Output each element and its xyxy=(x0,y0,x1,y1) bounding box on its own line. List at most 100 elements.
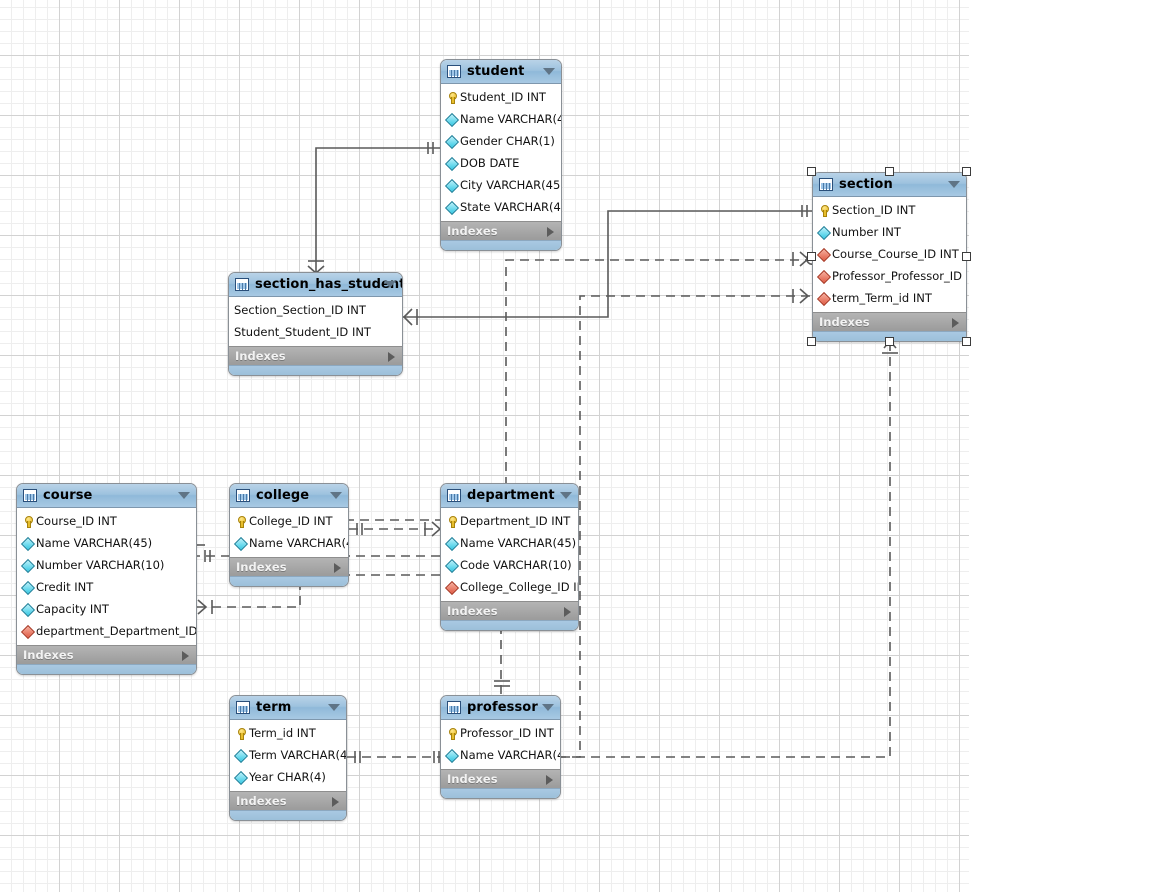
eer-diagram-canvas[interactable]: student Student_ID INT Name VARCHAR(45) Gen… xyxy=(0,0,1151,892)
selection-handle[interactable] xyxy=(962,337,971,346)
table-college[interactable]: college College_ID INT Name VARCHAR(45) Ind… xyxy=(229,483,349,587)
pk-key-icon xyxy=(445,91,458,104)
column-label: Section_ID INT xyxy=(832,203,916,217)
pk-key-icon xyxy=(21,515,34,528)
table-header-section[interactable]: section xyxy=(813,173,966,197)
selection-handle[interactable] xyxy=(807,167,816,176)
table-professor[interactable]: professor Professor_ID INT Name VARCHAR(45… xyxy=(440,695,561,799)
chevron-right-icon[interactable] xyxy=(388,352,395,362)
selection-handle[interactable] xyxy=(962,167,971,176)
column-row[interactable]: Section_Section_ID INT xyxy=(229,299,402,321)
table-header-department[interactable]: department xyxy=(441,484,578,508)
chevron-right-icon[interactable] xyxy=(332,797,339,807)
column-row[interactable]: City VARCHAR(45) xyxy=(441,174,561,196)
column-row[interactable]: College_College_ID INT xyxy=(441,576,578,598)
fk-icon xyxy=(21,625,34,638)
table-department[interactable]: department Department_ID INT Name VARCHAR(… xyxy=(440,483,579,631)
selection-handle[interactable] xyxy=(884,167,894,176)
column-icon xyxy=(445,201,458,214)
table-term[interactable]: term Term_id INT Term VARCHAR(45) Year CHAR… xyxy=(229,695,347,821)
table-section_has_student[interactable]: section_has_student Section_Section_ID IN… xyxy=(228,272,403,376)
chevron-right-icon[interactable] xyxy=(182,651,189,661)
chevron-down-icon[interactable] xyxy=(328,704,340,711)
column-label: Department_ID INT xyxy=(460,514,571,528)
table-section[interactable]: section Section_ID INT Number INT Course_Co… xyxy=(812,172,967,342)
column-row[interactable]: Gender CHAR(1) xyxy=(441,130,561,152)
column-row[interactable]: Section_ID INT xyxy=(813,199,966,221)
column-label: Section_Section_ID INT xyxy=(234,303,366,317)
chevron-right-icon[interactable] xyxy=(334,563,341,573)
column-label: DOB DATE xyxy=(460,156,520,170)
table-header-section_has_student[interactable]: section_has_student xyxy=(229,273,402,297)
chevron-right-icon[interactable] xyxy=(564,607,571,617)
column-row[interactable]: Course_Course_ID INT xyxy=(813,243,966,265)
column-label: Student_ID INT xyxy=(460,90,546,104)
column-row[interactable]: College_ID INT xyxy=(230,510,348,532)
column-row[interactable]: Name VARCHAR(45) xyxy=(441,744,560,766)
table-header-term[interactable]: term xyxy=(230,696,346,720)
column-row[interactable]: DOB DATE xyxy=(441,152,561,174)
column-row[interactable]: Name VARCHAR(45) xyxy=(230,532,348,554)
column-row[interactable]: Professor_Professor_ID INT xyxy=(813,265,966,287)
column-row[interactable]: Number VARCHAR(10) xyxy=(17,554,196,576)
chevron-down-icon[interactable] xyxy=(384,281,396,288)
column-row[interactable]: Course_ID INT xyxy=(17,510,196,532)
indexes-section-term[interactable]: Indexes xyxy=(230,791,346,810)
chevron-down-icon[interactable] xyxy=(178,492,190,499)
indexes-section-section_has_student[interactable]: Indexes xyxy=(229,346,402,365)
pk-key-icon xyxy=(234,727,247,740)
chevron-right-icon[interactable] xyxy=(546,775,553,785)
column-icon xyxy=(234,771,247,784)
table-title: professor xyxy=(467,700,538,715)
table-footer xyxy=(17,664,196,674)
column-list: Student_ID INT Name VARCHAR(45) Gender CHA… xyxy=(441,84,561,221)
column-row[interactable]: Name VARCHAR(45) xyxy=(17,532,196,554)
table-icon xyxy=(235,278,249,291)
table-course[interactable]: course Course_ID INT Name VARCHAR(45) Numbe… xyxy=(16,483,197,675)
chevron-down-icon[interactable] xyxy=(560,492,572,499)
selection-handle[interactable] xyxy=(807,252,816,261)
table-header-course[interactable]: course xyxy=(17,484,196,508)
selection-handle[interactable] xyxy=(884,337,894,346)
chevron-right-icon[interactable] xyxy=(547,227,554,237)
column-row[interactable]: Code VARCHAR(10) xyxy=(441,554,578,576)
indexes-section-section[interactable]: Indexes xyxy=(813,312,966,331)
indexes-section-college[interactable]: Indexes xyxy=(230,557,348,576)
table-header-student[interactable]: student xyxy=(441,60,561,84)
column-row[interactable]: Student_Student_ID INT xyxy=(229,321,402,343)
column-row[interactable]: Term VARCHAR(45) xyxy=(230,744,346,766)
column-row[interactable]: Name VARCHAR(45) xyxy=(441,108,561,130)
column-row[interactable]: department_Department_ID INT xyxy=(17,620,196,642)
column-row[interactable]: Department_ID INT xyxy=(441,510,578,532)
table-header-college[interactable]: college xyxy=(230,484,348,508)
chevron-down-icon[interactable] xyxy=(948,181,960,188)
column-row[interactable]: Year CHAR(4) xyxy=(230,766,346,788)
column-icon xyxy=(445,749,458,762)
indexes-section-student[interactable]: Indexes xyxy=(441,221,561,240)
column-row[interactable]: Capacity INT xyxy=(17,598,196,620)
column-row[interactable]: Credit INT xyxy=(17,576,196,598)
selection-handle[interactable] xyxy=(962,252,971,261)
column-row[interactable]: Term_id INT xyxy=(230,722,346,744)
pk-key-icon xyxy=(445,515,458,528)
selection-handle[interactable] xyxy=(807,337,816,346)
table-student[interactable]: student Student_ID INT Name VARCHAR(45) Gen… xyxy=(440,59,562,251)
chevron-down-icon[interactable] xyxy=(330,492,342,499)
table-header-professor[interactable]: professor xyxy=(441,696,560,720)
indexes-section-professor[interactable]: Indexes xyxy=(441,769,560,788)
column-label: State VARCHAR(45) xyxy=(460,200,562,214)
indexes-label: Indexes xyxy=(447,772,498,786)
indexes-section-department[interactable]: Indexes xyxy=(441,601,578,620)
column-row[interactable]: State VARCHAR(45) xyxy=(441,196,561,218)
chevron-right-icon[interactable] xyxy=(952,318,959,328)
chevron-down-icon[interactable] xyxy=(542,704,554,711)
column-label: term_Term_id INT xyxy=(832,291,932,305)
column-row[interactable]: term_Term_id INT xyxy=(813,287,966,309)
chevron-down-icon[interactable] xyxy=(543,68,555,75)
column-row[interactable]: Student_ID INT xyxy=(441,86,561,108)
indexes-section-course[interactable]: Indexes xyxy=(17,645,196,664)
column-icon xyxy=(445,537,458,550)
column-row[interactable]: Number INT xyxy=(813,221,966,243)
column-row[interactable]: Name VARCHAR(45) xyxy=(441,532,578,554)
column-row[interactable]: Professor_ID INT xyxy=(441,722,560,744)
